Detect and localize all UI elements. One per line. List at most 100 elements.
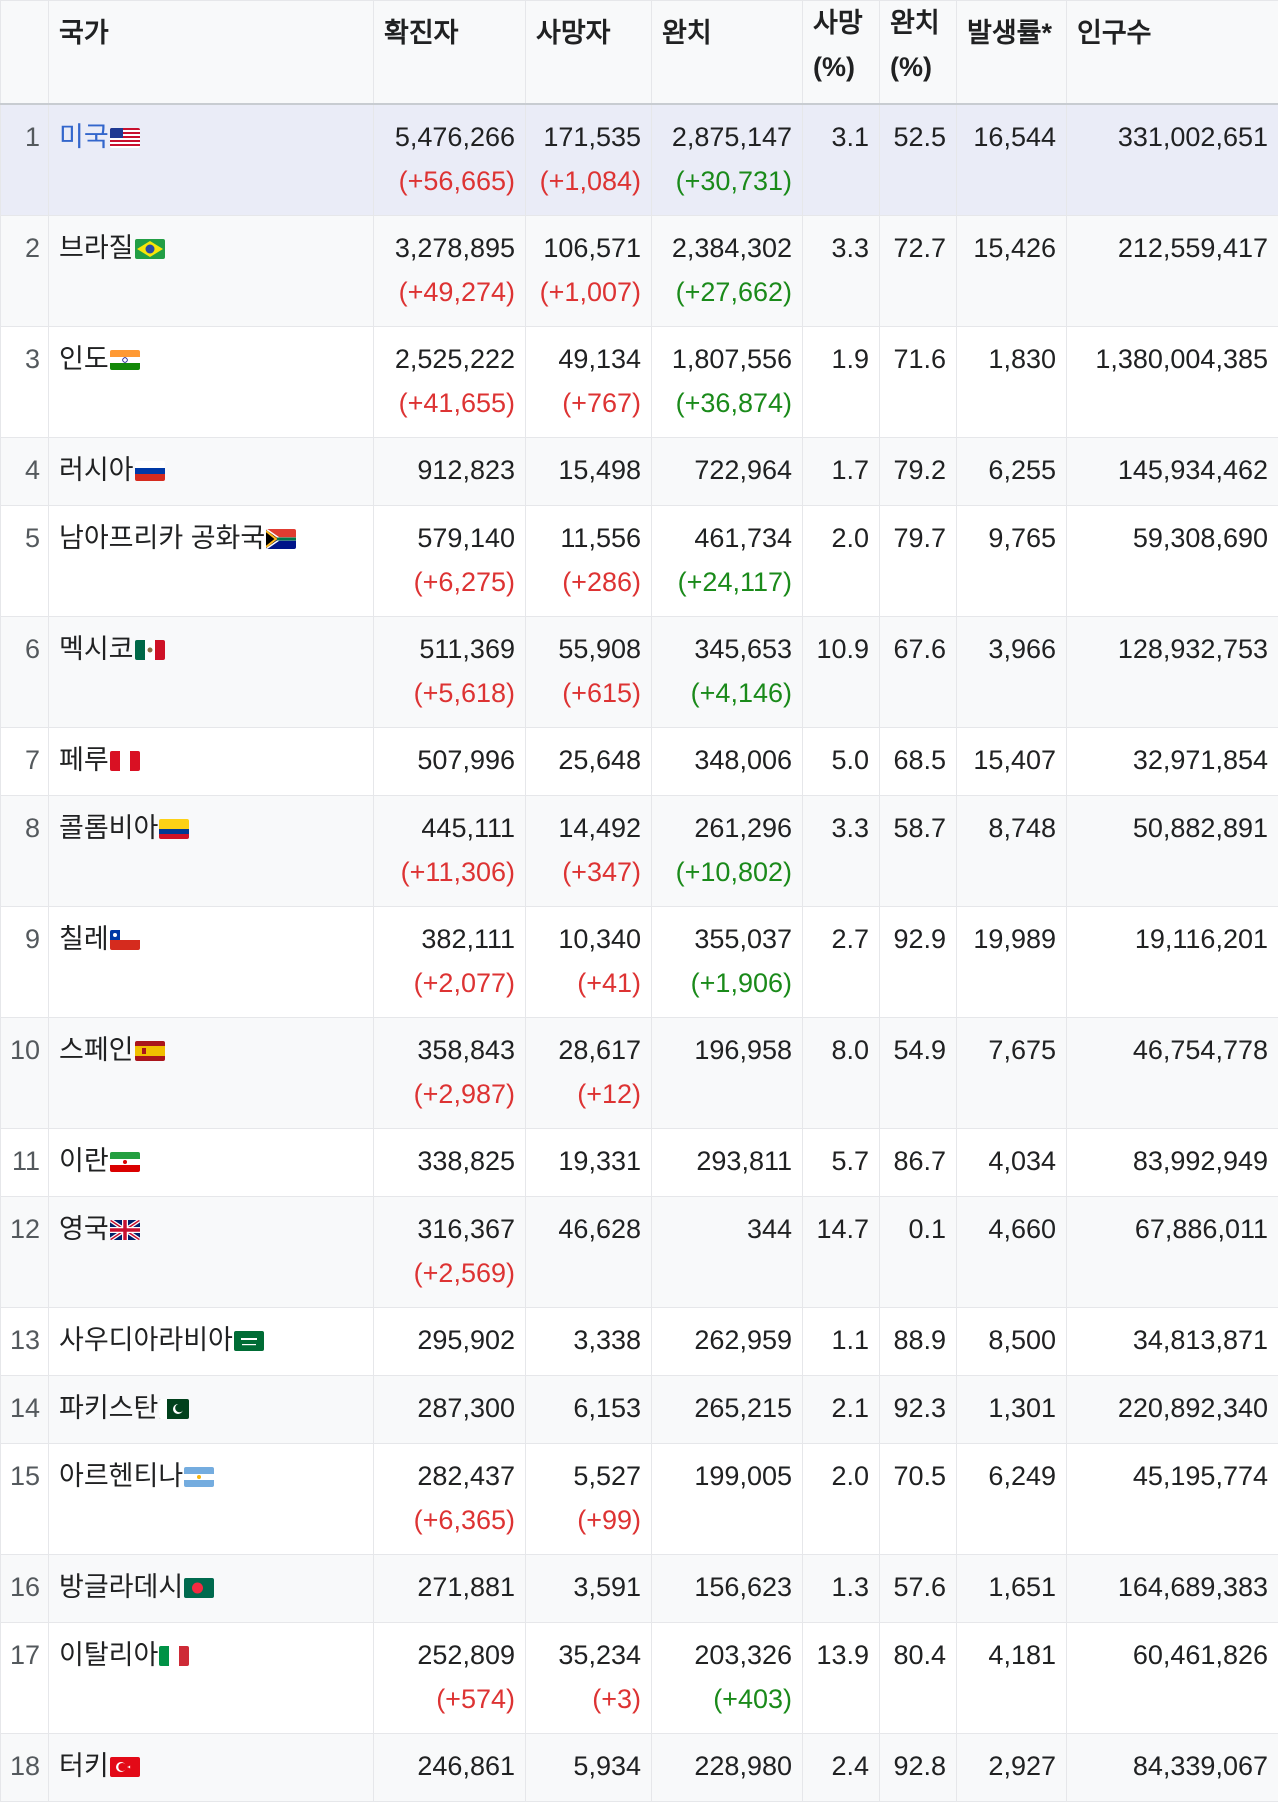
table-row: 6멕시코511,369(+5,618)55,908(+615)345,653(+…: [1, 617, 1278, 728]
incidence-cell: 2,927: [957, 1734, 1067, 1802]
incidence-value: 4,660: [988, 1214, 1056, 1244]
deaths-delta: (+41): [526, 961, 641, 1005]
confirmed-value: 271,881: [417, 1572, 515, 1602]
country-name[interactable]: 미국: [59, 122, 109, 152]
country-name: 러시아: [59, 455, 134, 485]
country-cell: 이란: [49, 1129, 374, 1197]
recovery-rate-value: 79.2: [893, 455, 946, 485]
recovered-cell: 262,959: [652, 1308, 803, 1376]
covid-country-table: 국가 확진자 사망자 완치 사망(%) 완치(%) 발생률* 인구수 1미국5,…: [0, 0, 1278, 1802]
table-row: 7페루507,99625,648348,0065.068.515,40732,9…: [1, 728, 1278, 796]
country-cell: 러시아: [49, 438, 374, 506]
header-confirmed[interactable]: 확진자: [374, 1, 526, 105]
confirmed-delta: (+6,275): [374, 560, 515, 604]
deaths-value: 28,617: [558, 1035, 641, 1065]
recovery-rate-value: 68.5: [893, 745, 946, 775]
population-value: 34,813,871: [1133, 1325, 1268, 1355]
confirmed-cell: 5,476,266(+56,665): [374, 104, 526, 216]
confirmed-value: 445,111: [421, 813, 515, 843]
incidence-cell: 7,675: [957, 1018, 1067, 1129]
death-rate-value: 1.1: [831, 1325, 869, 1355]
death-rate-value: 1.7: [831, 455, 869, 485]
rank-cell: 6: [1, 617, 49, 728]
recovery-rate-value: 71.6: [893, 344, 946, 374]
recovered-delta: (+4,146): [652, 671, 792, 715]
confirmed-value: 2,525,222: [395, 344, 515, 374]
recovery-rate-cell: 79.7: [880, 506, 957, 617]
incidence-value: 3,966: [988, 634, 1056, 664]
population-value: 128,932,753: [1118, 634, 1268, 664]
death-rate-cell: 3.3: [803, 796, 880, 907]
incidence-cell: 3,966: [957, 617, 1067, 728]
death-rate-value: 2.4: [831, 1751, 869, 1781]
header-incidence[interactable]: 발생률*: [957, 1, 1067, 105]
table-row: 17이탈리아252,809(+574)35,234(+3)203,326(+40…: [1, 1623, 1278, 1734]
recovered-value: 196,958: [694, 1035, 792, 1065]
incidence-value: 8,500: [988, 1325, 1056, 1355]
deaths-cell: 35,234(+3): [526, 1623, 652, 1734]
deaths-cell: 14,492(+347): [526, 796, 652, 907]
death-rate-cell: 3.1: [803, 104, 880, 216]
country-name: 멕시코: [59, 634, 134, 664]
table-row: 16방글라데시271,8813,591156,6231.357.61,65116…: [1, 1555, 1278, 1623]
rank-cell: 12: [1, 1197, 49, 1308]
death-rate-value: 10.9: [816, 634, 869, 664]
header-recovery-rate[interactable]: 완치(%): [880, 1, 957, 105]
incidence-cell: 6,255: [957, 438, 1067, 506]
table-row: 5남아프리카 공화국579,140(+6,275)11,556(+286)461…: [1, 506, 1278, 617]
country-cell[interactable]: 미국: [49, 104, 374, 216]
confirmed-cell: 287,300: [374, 1376, 526, 1444]
recovered-value: 156,623: [694, 1572, 792, 1602]
table-row: 14파키스탄287,3006,153265,2152.192.31,301220…: [1, 1376, 1278, 1444]
deaths-delta: (+615): [526, 671, 641, 715]
header-rank: [1, 1, 49, 105]
table-row: 2브라질3,278,895(+49,274)106,571(+1,007)2,3…: [1, 216, 1278, 327]
recovery-rate-value: 88.9: [893, 1325, 946, 1355]
argentina-flag-icon: [184, 1467, 214, 1487]
header-population[interactable]: 인구수: [1067, 1, 1278, 105]
incidence-cell: 1,830: [957, 327, 1067, 438]
population-value: 45,195,774: [1133, 1461, 1268, 1491]
incidence-value: 16,544: [973, 122, 1056, 152]
deaths-cell: 55,908(+615): [526, 617, 652, 728]
population-cell: 45,195,774: [1067, 1444, 1278, 1555]
incidence-cell: 15,407: [957, 728, 1067, 796]
population-cell: 145,934,462: [1067, 438, 1278, 506]
recovery-rate-cell: 72.7: [880, 216, 957, 327]
population-value: 145,934,462: [1118, 455, 1268, 485]
confirmed-value: 295,902: [417, 1325, 515, 1355]
incidence-value: 1,651: [988, 1572, 1056, 1602]
table-row: 10스페인358,843(+2,987)28,617(+12)196,9588.…: [1, 1018, 1278, 1129]
death-rate-cell: 1.9: [803, 327, 880, 438]
death-rate-value: 3.3: [831, 233, 869, 263]
death-rate-cell: 5.0: [803, 728, 880, 796]
header-country[interactable]: 국가: [49, 1, 374, 105]
recovered-cell: 265,215: [652, 1376, 803, 1444]
incidence-value: 15,407: [973, 745, 1056, 775]
country-cell: 터키: [49, 1734, 374, 1802]
rank-cell: 16: [1, 1555, 49, 1623]
country-name: 콜롬비아: [59, 813, 158, 843]
deaths-value: 5,527: [573, 1461, 641, 1491]
header-deaths[interactable]: 사망자: [526, 1, 652, 105]
population-cell: 19,116,201: [1067, 907, 1278, 1018]
recovery-rate-cell: 79.2: [880, 438, 957, 506]
incidence-value: 4,034: [988, 1146, 1056, 1176]
table-row: 3인도2,525,222(+41,655)49,134(+767)1,807,5…: [1, 327, 1278, 438]
confirmed-delta: (+574): [374, 1677, 515, 1721]
country-cell: 이탈리아: [49, 1623, 374, 1734]
recovery-rate-value: 52.5: [893, 122, 946, 152]
incidence-cell: 1,301: [957, 1376, 1067, 1444]
deaths-value: 15,498: [558, 455, 641, 485]
recovery-rate-cell: 58.7: [880, 796, 957, 907]
confirmed-cell: 511,369(+5,618): [374, 617, 526, 728]
header-recovered[interactable]: 완치: [652, 1, 803, 105]
country-cell: 남아프리카 공화국: [49, 506, 374, 617]
table-row: 9칠레382,111(+2,077)10,340(+41)355,037(+1,…: [1, 907, 1278, 1018]
header-death-rate[interactable]: 사망(%): [803, 1, 880, 105]
recovered-value: 355,037: [694, 924, 792, 954]
recovery-rate-cell: 92.9: [880, 907, 957, 1018]
recovered-delta: (+10,802): [652, 850, 792, 894]
incidence-cell: 8,748: [957, 796, 1067, 907]
recovered-delta: (+30,731): [652, 159, 792, 203]
